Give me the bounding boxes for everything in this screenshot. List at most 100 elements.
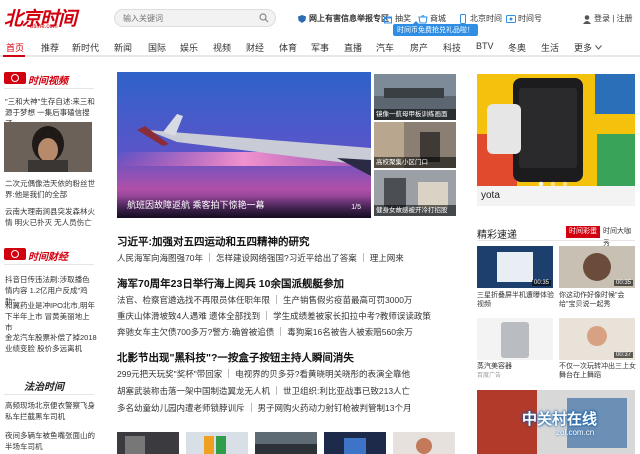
news-link[interactable]: 学生成绩差被家长扣拉中考?教师误读政策 (273, 311, 431, 321)
headline[interactable]: 习近平:加强对五四运动和五四精神的研究 (117, 234, 310, 249)
id-card-icon (506, 14, 516, 23)
section-title-finance[interactable]: 时间财经 (28, 248, 68, 263)
section-title-video[interactable]: 时间视频 (28, 72, 68, 87)
nav-finance[interactable]: 财经 (246, 41, 264, 54)
hero-carousel[interactable]: 航班因故障返航 乘客拍下惊艳一幕 1/5 (117, 72, 371, 218)
news-link[interactable]: 人民海军向海图强70年 (117, 253, 203, 263)
lottery-link-label: 抽奖 (395, 14, 411, 23)
nav-international[interactable]: 国际 (148, 41, 166, 54)
nav-btv[interactable]: BTV (476, 41, 494, 51)
search-input[interactable] (123, 12, 253, 24)
account-link[interactable]: 时间号 (506, 13, 542, 24)
nav-recommend[interactable]: 推荐 (41, 41, 59, 54)
news-link[interactable]: 电视界的贝多芬?看黄晓明关晓彤的表演全靠他 (235, 369, 410, 379)
left-news-item[interactable]: 夜间多辆车被鱼嘴张面山的半场车司机 (5, 430, 97, 452)
news-link[interactable]: 多名幼童幼儿园内遭老师锁脖训斥 (117, 403, 245, 413)
nav-military[interactable]: 军事 (311, 41, 329, 54)
side-thumbnail-caption: 镜像一航母甲板训练画面 (374, 109, 456, 120)
clock-icon (4, 248, 26, 260)
shop-link[interactable]: 商城 (418, 13, 446, 24)
left-news-item[interactable]: 高频现场北京便衣警察飞身私车拦截黑车司机 (5, 400, 97, 422)
news-link[interactable]: 男子网购火药动力射钉枪被判管制13个月 (258, 403, 412, 413)
news-link[interactable]: 理上网来 (370, 253, 404, 263)
bottom-thumbnail[interactable] (324, 432, 386, 454)
login-link[interactable]: 登录 | 注册 (582, 13, 633, 24)
bottom-thumbnail[interactable] (186, 432, 248, 454)
main-nav: 首页 推荐 新时代 新闻 国际 娱乐 视频 财经 体育 军事 直播 汽车 房产 … (0, 37, 640, 57)
hero-page-indicator: 1/5 (351, 204, 361, 211)
news-link[interactable]: 法官、检察官遴选找不再限员体任职年限 (117, 295, 270, 305)
tab-easter-egg[interactable]: 时间彩蛋 (566, 226, 600, 238)
report-link[interactable]: 网上有害信息举报专区 (297, 13, 389, 24)
site-logo[interactable]: 北京时间 btime.com (4, 4, 77, 32)
nav-video[interactable]: 视频 (213, 41, 231, 54)
carousel-dots[interactable] (537, 174, 577, 186)
coin-tooltip[interactable]: 时间币免费抢兑礼品啦！ (393, 21, 478, 36)
app-link[interactable]: 北京时间 (458, 13, 502, 24)
nav-winter-olympics[interactable]: 冬奥 (508, 41, 526, 54)
nav-news[interactable]: 新闻 (114, 41, 132, 54)
search-icon[interactable] (259, 13, 269, 23)
nav-house[interactable]: 房产 (410, 41, 428, 54)
ad-banner[interactable] (477, 74, 635, 186)
product-title[interactable]: 蒸汽美容器 (477, 362, 555, 371)
nav-sports[interactable]: 体育 (279, 41, 297, 54)
bottom-thumbnail[interactable] (255, 432, 317, 454)
product-thumbnail[interactable] (477, 318, 553, 360)
shield-icon (298, 14, 306, 23)
nav-auto[interactable]: 汽车 (376, 41, 394, 54)
video-duration: 00:35 (613, 280, 633, 286)
nav-tech[interactable]: 科技 (443, 41, 461, 54)
news-link[interactable]: 生产销售假劣疫苗最高可罚3000万 (283, 295, 412, 305)
news-link[interactable]: 世卫组织:利比亚战事已致213人亡 (283, 386, 410, 396)
video-title[interactable]: 三星折叠屏半机遭曝体验视频 (477, 291, 555, 309)
video-title[interactable]: 你这动作好像时候"会给"宝贝说一起秀 (559, 291, 637, 309)
left-news-item[interactable]: "三和大神"生存自述:来三和源于梦想 一集后事磕信搜了 (5, 96, 97, 128)
news-link[interactable]: 毒狗案16名被告人被索赔560余万 (287, 327, 413, 337)
nav-entertainment[interactable]: 娱乐 (180, 41, 198, 54)
news-link[interactable]: 299元把天玩奖"奖杯"带回家 (117, 369, 222, 379)
section-title-highlights: 精彩速递 (477, 230, 517, 241)
bottom-thumbnail[interactable] (393, 432, 455, 454)
headline[interactable]: 北影节出现"黑科技"?一按盒子按钮主持人瞬间消失 (117, 350, 354, 365)
divider (4, 394, 94, 395)
separator (228, 369, 230, 378)
news-line: 重庆山体滑坡致4人遇难 遗体全部找到 学生成绩差被家长扣拉中考?教师误读政策 (117, 310, 431, 322)
news-line: 胡塞武装称击落一架中国制造翼龙无人机 世卫组织:利比亚战事已致213人亡 (117, 385, 410, 397)
lottery-link[interactable]: 抽奖 (383, 13, 411, 24)
video-thumbnail[interactable]: 00:35 (477, 246, 553, 288)
section-title-law[interactable]: 法治时间 (24, 378, 64, 393)
side-thumbnail[interactable]: 健身女故感被开冷打招股 (374, 170, 456, 216)
left-news-item[interactable]: 金龙汽车股票补偿了掉2018业绩变脸 股价多远离机 (5, 332, 97, 354)
news-link[interactable]: 奔驰女车主欠债700多万?警方:确曾被追债 (117, 327, 274, 337)
video-thumbnail[interactable]: 00:35 (559, 246, 635, 288)
video-thumbnail[interactable]: 00:37 (559, 318, 635, 360)
tab-big-show[interactable]: 时间大咖秀 (600, 226, 640, 247)
nav-life[interactable]: 生活 (541, 41, 559, 54)
left-news-item[interactable]: 抖音日传违法刷:涉取播色情内容 1.2亿用户反成"鸡肋" (5, 274, 97, 306)
nav-new-era[interactable]: 新时代 (72, 41, 99, 54)
news-link[interactable]: 怎样建设网络强国?习近平给出了答案 (216, 253, 357, 263)
nav-live[interactable]: 直播 (344, 41, 362, 54)
nav-more-label: 更多 (574, 43, 593, 53)
nav-home[interactable]: 首页 (6, 41, 24, 54)
left-news-item[interactable]: 和翼药业是冲IPO北市,明年下半年上市 冒黄美丽地上市 (5, 300, 97, 332)
news-line: 多名幼童幼儿园内遭老师锁脖训斥 男子网购火药动力射钉枪被判管制13个月 (117, 402, 411, 414)
hero-caption[interactable]: 航班因故障返航 乘客拍下惊艳一幕 (127, 198, 265, 211)
shop-link-label: 商城 (430, 14, 446, 23)
left-news-item[interactable]: 云南大理南涧县突发森林火情 明火已扑灭 无人员伤亡 (5, 206, 97, 228)
left-news-thumbnail[interactable] (4, 122, 92, 172)
video-title[interactable]: 不仅一次玩转冲出三上女舞台在上舞蹈 (559, 362, 637, 380)
nav-more[interactable]: 更多 (574, 41, 602, 54)
left-news-item[interactable]: 二次元偶像浩天依的粉丝世界:他是我们的全部 (5, 178, 97, 200)
news-link[interactable]: 重庆山体滑坡致4人遇难 遗体全部找到 (117, 311, 260, 321)
side-thumbnail[interactable]: 高校聚集小区门口 (374, 122, 456, 168)
side-thumbnail[interactable]: 镜像一航母甲板训练画面 (374, 74, 456, 120)
bottom-thumbnail[interactable] (117, 432, 179, 454)
report-link-label: 网上有害信息举报专区 (309, 14, 389, 23)
news-link[interactable]: 胡塞武装称击落一架中国制造翼龙无人机 (117, 386, 270, 396)
nav-active-indicator (3, 55, 25, 57)
divider (4, 88, 94, 89)
headline[interactable]: 海军70周年23日举行海上阅兵 10余国派舰艇参加 (117, 276, 344, 291)
ad-label[interactable]: yota (481, 190, 500, 201)
